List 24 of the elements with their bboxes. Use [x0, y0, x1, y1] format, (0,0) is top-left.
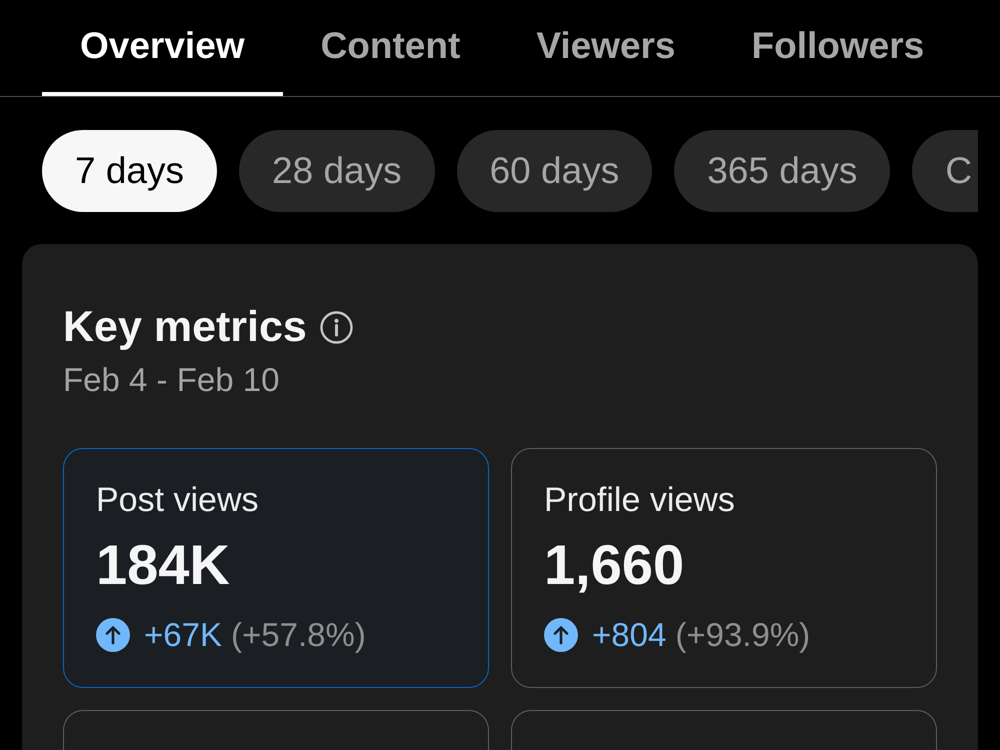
change-percent: (+57.8%)	[231, 616, 366, 654]
tab[interactable]: Followers	[714, 0, 962, 96]
period-chip[interactable]: 365 days	[674, 130, 890, 212]
info-icon[interactable]	[320, 310, 353, 344]
metric-label: Post views	[96, 480, 258, 521]
date-range: Feb 4 - Feb 10	[63, 360, 280, 400]
tab[interactable]: Viewers	[498, 0, 714, 96]
change-percent: (+93.9%)	[675, 616, 810, 654]
card-title: Key metrics	[63, 302, 307, 353]
period-chip[interactable]: C	[912, 130, 978, 212]
change-amount: +67K	[144, 616, 222, 654]
metric-tile[interactable]: Profile views 1,660 +804 (+93.9%)	[511, 448, 937, 688]
metric-tile[interactable]: Post views 184K +67K (+57.8%)	[63, 448, 489, 688]
metric-tile[interactable]	[63, 710, 489, 750]
period-chip[interactable]: 60 days	[456, 130, 652, 212]
metric-tile[interactable]	[511, 710, 937, 750]
period-chip[interactable]: 28 days	[239, 130, 435, 212]
tab[interactable]: Content	[282, 0, 498, 96]
metric-value: 1,660	[544, 533, 684, 597]
metric-label: Profile views	[544, 480, 735, 521]
tab[interactable]: Overview	[42, 0, 283, 96]
change-amount: +804	[592, 616, 666, 654]
period-chip[interactable]: 7 days	[42, 130, 218, 212]
metric-value: 184K	[96, 533, 230, 597]
